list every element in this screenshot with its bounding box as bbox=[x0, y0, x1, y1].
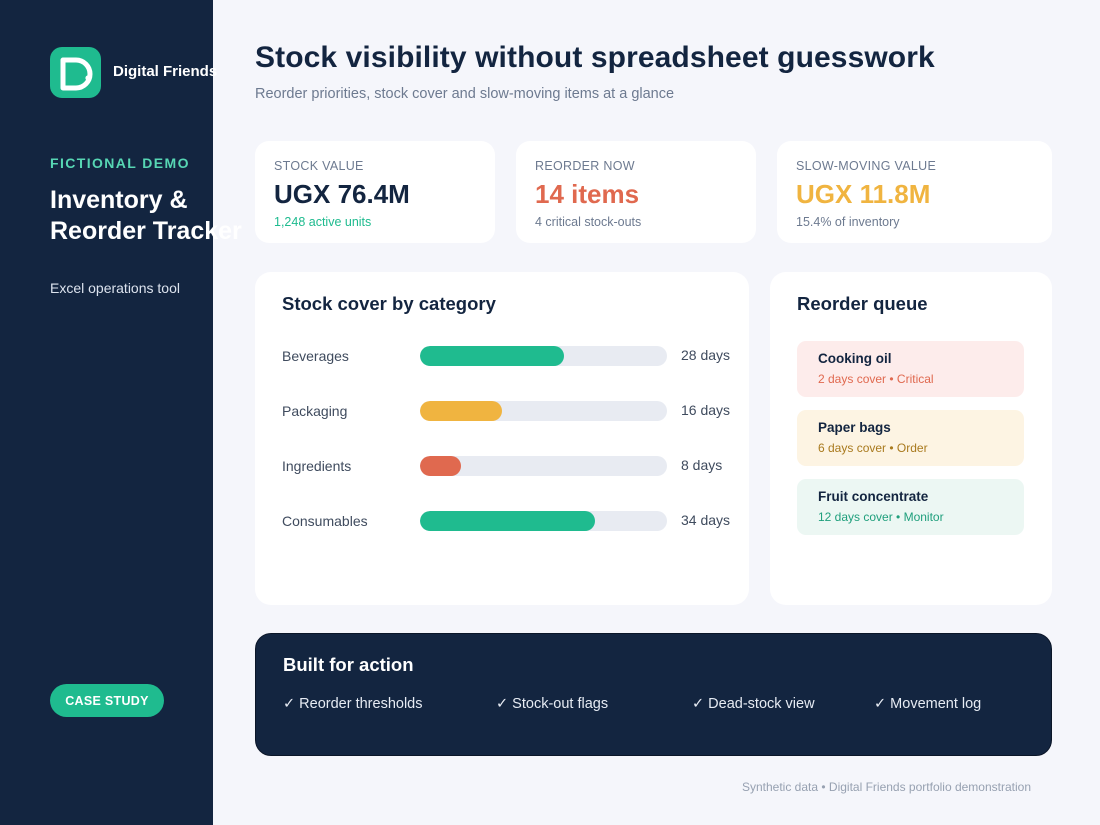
app-subtitle: Excel operations tool bbox=[50, 280, 180, 296]
kpi-note: 1,248 active units bbox=[274, 215, 372, 229]
kpi-value: UGX 11.8M bbox=[796, 179, 931, 209]
cover-days-value: 16 days bbox=[681, 402, 731, 418]
footer-note: Synthetic data • Digital Friends portfol… bbox=[741, 780, 1031, 794]
cover-row-ingredients: Ingredients 8 days bbox=[282, 455, 732, 477]
app-title: Inventory & Reorder Tracker bbox=[50, 186, 242, 245]
kpi-card-stock-value: STOCK VALUE UGX 76.4M 1,248 active units bbox=[255, 141, 495, 243]
cover-bar-fill bbox=[420, 346, 565, 366]
queue-item-name: Fruit concentrate bbox=[818, 489, 929, 504]
brand-name: Digital Friends bbox=[113, 63, 218, 80]
queue-item-name: Paper bags bbox=[818, 420, 891, 435]
built-for-action-panel: Built for action ✓ Reorder thresholds ✓ … bbox=[255, 633, 1052, 756]
kpi-note: 15.4% of inventory bbox=[796, 215, 900, 229]
reorder-queue-title: Reorder queue bbox=[797, 293, 928, 314]
cover-days-value: 8 days bbox=[681, 457, 723, 473]
cover-row-packaging: Packaging 16 days bbox=[282, 400, 732, 422]
cover-bar-track bbox=[420, 511, 667, 531]
stock-cover-card: Stock cover by category Beverages 28 day… bbox=[255, 272, 749, 605]
cover-bar-track bbox=[420, 401, 667, 421]
kpi-value: 14 items bbox=[535, 179, 640, 209]
cover-category-name: Ingredients bbox=[282, 458, 352, 474]
cover-bar-fill bbox=[420, 511, 595, 531]
feature-stock-out-flags: ✓ Stock-out flags bbox=[496, 696, 609, 712]
cover-row-beverages: Beverages 28 days bbox=[282, 345, 732, 367]
reorder-queue-card: Reorder queue Cooking oil 2 days cover •… bbox=[770, 272, 1052, 605]
cover-category-name: Packaging bbox=[282, 403, 348, 419]
cover-bar-track bbox=[420, 346, 667, 366]
feature-movement-log: ✓ Movement log bbox=[874, 696, 982, 712]
action-title: Built for action bbox=[283, 654, 414, 675]
queue-item-meta: 6 days cover • Order bbox=[818, 441, 928, 455]
feature-dead-stock-view: ✓ Dead-stock view bbox=[692, 696, 815, 712]
cover-row-consumables: Consumables 34 days bbox=[282, 510, 732, 532]
logo-icon bbox=[60, 57, 93, 91]
kpi-label: SLOW-MOVING VALUE bbox=[796, 159, 937, 173]
queue-item-cooking-oil[interactable]: Cooking oil 2 days cover • Critical bbox=[797, 341, 1024, 397]
page-subtitle: Reorder priorities, stock cover and slow… bbox=[255, 86, 675, 102]
queue-item-meta: 12 days cover • Monitor bbox=[818, 510, 944, 524]
kpi-value: UGX 76.4M bbox=[274, 179, 410, 209]
demo-label: FICTIONAL DEMO bbox=[50, 155, 190, 171]
queue-item-meta: 2 days cover • Critical bbox=[818, 372, 934, 386]
kpi-label: REORDER NOW bbox=[535, 159, 635, 173]
cover-category-name: Beverages bbox=[282, 348, 349, 364]
sidebar: Digital Friends FICTIONAL DEMO Inventory… bbox=[0, 0, 242, 825]
kpi-note: 4 critical stock-outs bbox=[535, 215, 642, 229]
kpi-label: STOCK VALUE bbox=[274, 159, 364, 173]
queue-item-paper-bags[interactable]: Paper bags 6 days cover • Order bbox=[797, 410, 1024, 466]
stock-cover-title: Stock cover by category bbox=[282, 293, 496, 314]
kpi-card-slow-moving: SLOW-MOVING VALUE UGX 11.8M 15.4% of inv… bbox=[777, 141, 1052, 243]
queue-item-fruit-concentrate[interactable]: Fruit concentrate 12 days cover • Monito… bbox=[797, 479, 1024, 535]
cover-bar-track bbox=[420, 456, 667, 476]
cover-days-value: 28 days bbox=[681, 347, 731, 363]
case-study-button[interactable]: CASE STUDY bbox=[50, 684, 164, 717]
cover-days-value: 34 days bbox=[681, 512, 731, 528]
feature-reorder-thresholds: ✓ Reorder thresholds bbox=[283, 696, 423, 712]
cover-category-name: Consumables bbox=[282, 513, 368, 529]
page-title: Stock visibility without spreadsheet gue… bbox=[255, 41, 935, 74]
queue-item-name: Cooking oil bbox=[818, 351, 892, 366]
brand-logo bbox=[50, 47, 101, 98]
cover-bar-fill bbox=[420, 401, 503, 421]
kpi-card-reorder-now: REORDER NOW 14 items 4 critical stock-ou… bbox=[516, 141, 756, 243]
cover-bar-fill bbox=[420, 456, 462, 476]
